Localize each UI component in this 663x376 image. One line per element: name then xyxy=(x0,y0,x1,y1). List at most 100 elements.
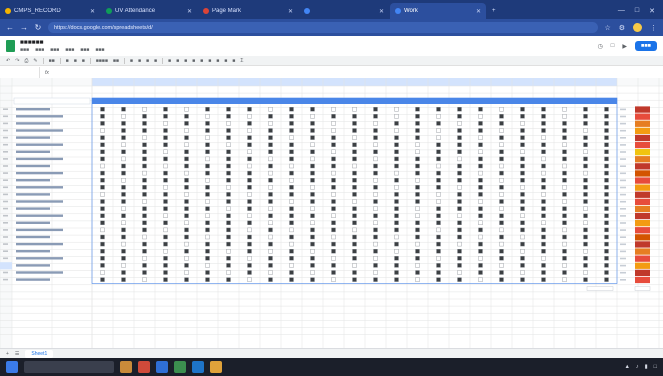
checkbox-checked[interactable] xyxy=(562,256,567,261)
decimal-icon[interactable]: ■ xyxy=(82,58,85,64)
borders-icon[interactable]: ■ xyxy=(176,58,179,64)
checkbox-checked[interactable] xyxy=(247,185,252,190)
checkbox-checked[interactable] xyxy=(415,192,420,197)
checkbox-checked[interactable] xyxy=(604,192,609,197)
checkbox-checked[interactable] xyxy=(289,185,294,190)
checkbox-unchecked[interactable] xyxy=(562,241,567,247)
checkbox-checked[interactable] xyxy=(541,114,546,119)
checkbox-checked[interactable] xyxy=(100,220,105,226)
checkbox-checked[interactable] xyxy=(562,149,567,155)
spreadsheet-grid[interactable] xyxy=(0,78,663,348)
checkbox-checked[interactable] xyxy=(604,142,609,147)
status-cell[interactable] xyxy=(635,255,650,262)
name-cell[interactable] xyxy=(16,129,63,132)
checkbox-unchecked[interactable] xyxy=(541,192,546,197)
checkbox-checked[interactable] xyxy=(478,156,483,162)
status-cell[interactable] xyxy=(635,262,650,269)
merge-icon[interactable]: ■ xyxy=(184,58,187,64)
checkbox-unchecked[interactable] xyxy=(121,142,126,147)
checkbox-checked[interactable] xyxy=(583,121,588,126)
checkbox-unchecked[interactable] xyxy=(583,248,588,254)
checkbox-unchecked[interactable] xyxy=(310,142,315,147)
checkbox-checked[interactable] xyxy=(499,135,504,140)
checkbox-checked[interactable] xyxy=(604,270,609,275)
checkbox-checked[interactable] xyxy=(121,277,126,282)
checkbox-unchecked[interactable] xyxy=(415,206,420,211)
status-cell[interactable] xyxy=(635,234,650,241)
checkbox-unchecked[interactable] xyxy=(121,263,126,268)
checkbox-unchecked[interactable] xyxy=(331,234,336,240)
checkbox-checked[interactable] xyxy=(541,234,546,240)
checkbox-checked[interactable] xyxy=(142,270,147,275)
checkbox-checked[interactable] xyxy=(163,107,168,112)
checkbox-checked[interactable] xyxy=(478,177,483,183)
checkbox-checked[interactable] xyxy=(583,277,588,282)
checkbox-checked[interactable] xyxy=(499,156,504,162)
checkbox-checked[interactable] xyxy=(352,142,357,147)
close-tab-icon[interactable]: ✕ xyxy=(187,8,192,15)
checkbox-checked[interactable] xyxy=(373,128,378,133)
checkbox-checked[interactable] xyxy=(436,248,441,254)
checkbox-unchecked[interactable] xyxy=(163,163,168,169)
status-cell[interactable] xyxy=(635,170,650,177)
checkbox-unchecked[interactable] xyxy=(415,263,420,268)
checkbox-unchecked[interactable] xyxy=(268,156,273,162)
name-cell[interactable] xyxy=(16,171,63,175)
checkbox-unchecked[interactable] xyxy=(499,241,504,247)
checkbox-checked[interactable] xyxy=(499,121,504,126)
status-cell[interactable] xyxy=(635,198,650,205)
checkbox-checked[interactable] xyxy=(394,199,399,204)
checkbox-checked[interactable] xyxy=(331,270,336,275)
checkbox-checked[interactable] xyxy=(457,234,462,240)
summary-cell[interactable] xyxy=(620,229,626,231)
checkbox-checked[interactable] xyxy=(520,206,525,211)
checkbox-checked[interactable] xyxy=(268,142,273,147)
checkbox-unchecked[interactable] xyxy=(352,107,357,112)
status-cell[interactable] xyxy=(635,241,650,248)
checkbox-unchecked[interactable] xyxy=(121,114,126,119)
wifi-icon[interactable]: ▲ xyxy=(624,364,629,370)
checkbox-checked[interactable] xyxy=(562,121,567,126)
checkbox-unchecked[interactable] xyxy=(184,270,189,275)
checkbox-unchecked[interactable] xyxy=(226,270,231,275)
checkbox-checked[interactable] xyxy=(100,156,105,162)
checkbox-unchecked[interactable] xyxy=(520,234,525,240)
checkbox-checked[interactable] xyxy=(457,248,462,254)
checkbox-checked[interactable] xyxy=(520,114,525,119)
menu-item[interactable]: ■■■ xyxy=(65,47,74,53)
checkbox-unchecked[interactable] xyxy=(499,177,504,183)
summary-cell[interactable] xyxy=(620,200,626,203)
checkbox-checked[interactable] xyxy=(520,142,525,147)
checkbox-unchecked[interactable] xyxy=(394,114,399,119)
checkbox-checked[interactable] xyxy=(583,213,588,218)
checkbox-unchecked[interactable] xyxy=(520,213,525,218)
checkbox-checked[interactable] xyxy=(478,263,483,268)
checkbox-checked[interactable] xyxy=(520,107,525,112)
checkbox-checked[interactable] xyxy=(331,185,336,190)
summary-cell[interactable] xyxy=(620,250,626,253)
checkbox-checked[interactable] xyxy=(226,135,231,140)
status-cell[interactable] xyxy=(635,205,650,213)
checkbox-checked[interactable] xyxy=(604,163,609,169)
checkbox-checked[interactable] xyxy=(163,277,168,282)
checkbox-unchecked[interactable] xyxy=(478,199,483,204)
checkbox-checked[interactable] xyxy=(184,114,189,119)
browser-tab[interactable]: Work ✕ xyxy=(390,3,486,19)
checkbox-checked[interactable] xyxy=(520,128,525,133)
checkbox-checked[interactable] xyxy=(520,192,525,197)
checkbox-checked[interactable] xyxy=(394,135,399,140)
checkbox-checked[interactable] xyxy=(205,256,210,261)
checkbox-checked[interactable] xyxy=(541,277,546,282)
checkbox-checked[interactable] xyxy=(520,163,525,169)
checkbox-checked[interactable] xyxy=(457,227,462,233)
checkbox-checked[interactable] xyxy=(163,220,168,226)
checkbox-checked[interactable] xyxy=(457,199,462,204)
checkbox-unchecked[interactable] xyxy=(289,163,294,169)
all-sheets-icon[interactable]: ☰ xyxy=(15,351,19,357)
checkbox-checked[interactable] xyxy=(226,277,231,282)
checkbox-unchecked[interactable] xyxy=(247,192,252,197)
checkbox-unchecked[interactable] xyxy=(562,227,567,233)
checkbox-checked[interactable] xyxy=(247,156,252,162)
checkbox-checked[interactable] xyxy=(310,149,315,155)
close-tab-icon[interactable]: ✕ xyxy=(379,8,384,15)
